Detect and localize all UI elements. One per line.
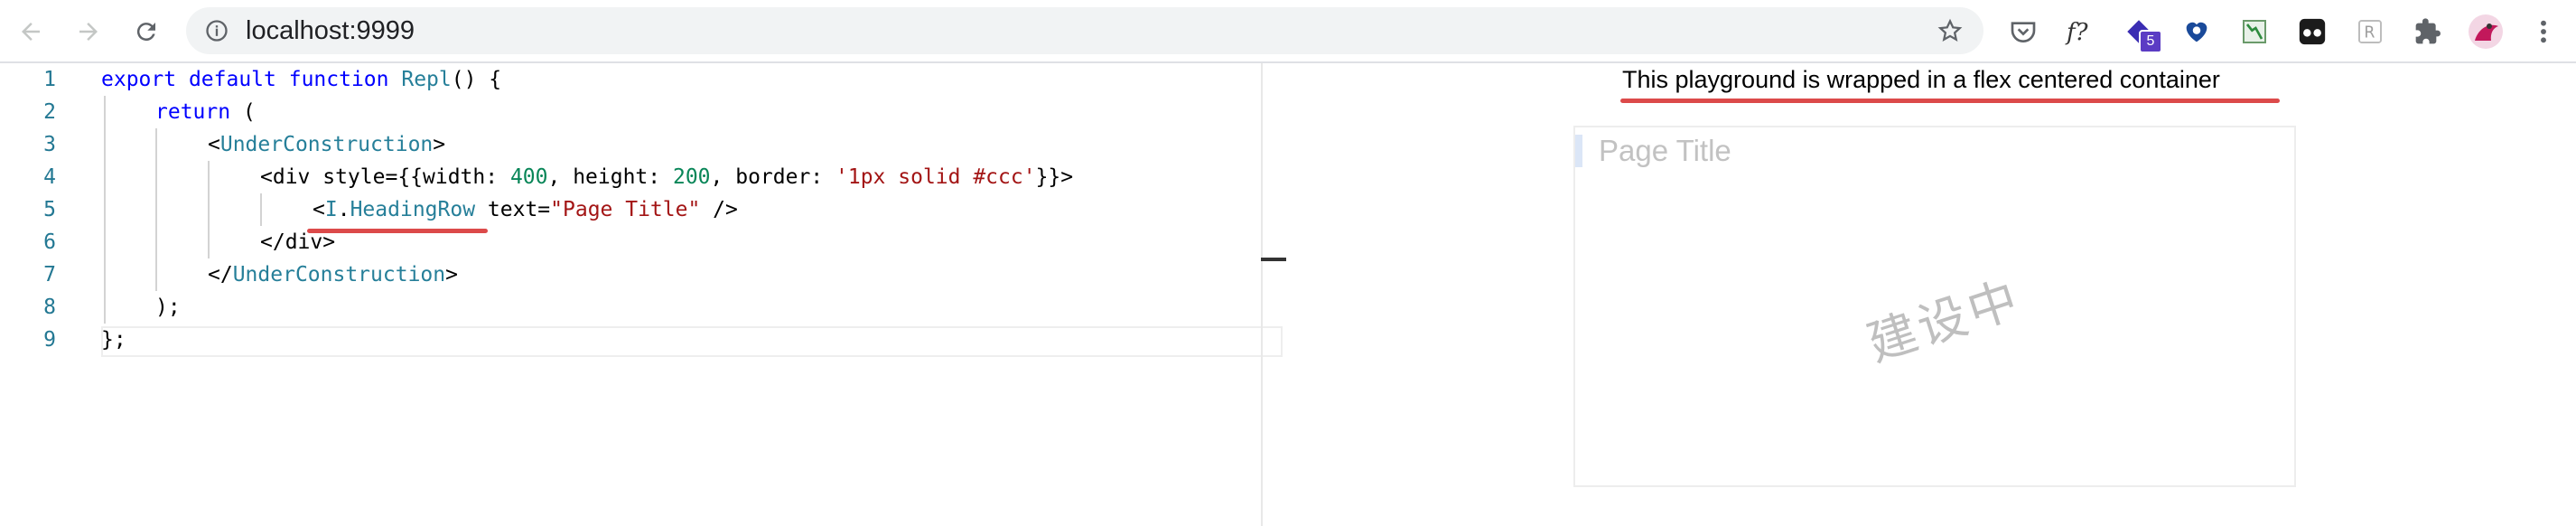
menu-dots-icon [2541,20,2546,43]
heart-key-icon [2186,22,2207,42]
line-number: 1 [43,68,56,91]
profile-avatar [2469,14,2503,49]
line-number: 3 [43,133,56,156]
sheets-icon [2243,20,2266,43]
fx-extension[interactable]: f? [2063,14,2099,50]
line-number: 5 [43,198,56,221]
forward-arrow-icon [79,23,98,41]
code-line-2[interactable]: return ( [155,96,256,128]
glasses-extension[interactable] [2294,14,2330,50]
url-text[interactable]: localhost:9999 [246,7,415,54]
indent-guide [104,96,106,324]
line-number: 9 [43,328,56,352]
back-button[interactable] [11,12,51,52]
indent-guide [208,161,210,258]
line-number: 6 [43,230,56,254]
back-arrow-icon [22,23,40,41]
annotation-underline [307,229,488,233]
profile-button[interactable] [2468,14,2504,50]
address-bar[interactable]: localhost:9999 [186,7,1983,54]
svg-text:R: R [2364,24,2375,42]
line-number: 4 [43,165,56,189]
code-line-4[interactable]: <div style={{width: 400, height: 200, bo… [260,161,1073,193]
line-number: 7 [43,263,56,286]
glasses-icon [2299,18,2326,45]
under-construction-container: Page Title 建设中 [1573,126,2296,487]
page-title-heading: Page Title [1575,135,1731,167]
pocket-icon [2011,22,2036,42]
line-number: 2 [43,100,56,124]
preview-note: This playground is wrapped in a flex cen… [1622,66,2220,93]
code-line-7[interactable]: </UnderConstruction> [208,258,458,291]
stack-extension[interactable]: 5 [2121,14,2162,53]
code-line-3[interactable]: <UnderConstruction> [208,128,445,161]
split-pane-divider[interactable] [1261,63,1263,526]
indent-guide [260,193,262,226]
indent-guide [155,128,157,291]
sheets-extension[interactable] [2236,14,2273,50]
site-info-icon[interactable] [204,18,229,43]
code-editor[interactable]: 1 2 3 4 5 6 7 8 9 export default functio… [0,63,1283,526]
minimap-slider[interactable] [1261,258,1286,261]
svg-text:f?: f? [2065,19,2089,46]
r-icon: R [2358,20,2382,43]
code-line-5[interactable]: <I.HeadingRow text="Page Title" /> [313,193,738,226]
code-line-8[interactable]: ); [155,291,181,324]
browser-menu-button[interactable] [2525,14,2562,50]
reload-icon [136,23,155,42]
bookmark-star-icon[interactable] [1937,17,1964,44]
heart-key-extension[interactable] [2179,14,2215,50]
extensions-button[interactable] [2410,14,2446,50]
r-extension[interactable]: R [2352,14,2388,50]
line-number: 8 [43,296,56,319]
puzzle-icon [2415,18,2441,44]
current-line-highlight [101,326,1283,357]
forward-button[interactable] [69,12,108,52]
annotation-underline [1620,99,2280,103]
under-construction-watermark: 建设中 [1861,269,2029,373]
pocket-extension[interactable] [2005,14,2041,50]
reload-button[interactable] [126,12,166,52]
code-line-1[interactable]: export default function Repl() { [101,63,501,96]
extension-badge: 5 [2139,30,2162,53]
code-line-9[interactable]: }; [101,324,126,356]
fx-icon: f? [2065,19,2089,46]
browser-toolbar: localhost:9999 f? 5 R [0,0,2576,63]
